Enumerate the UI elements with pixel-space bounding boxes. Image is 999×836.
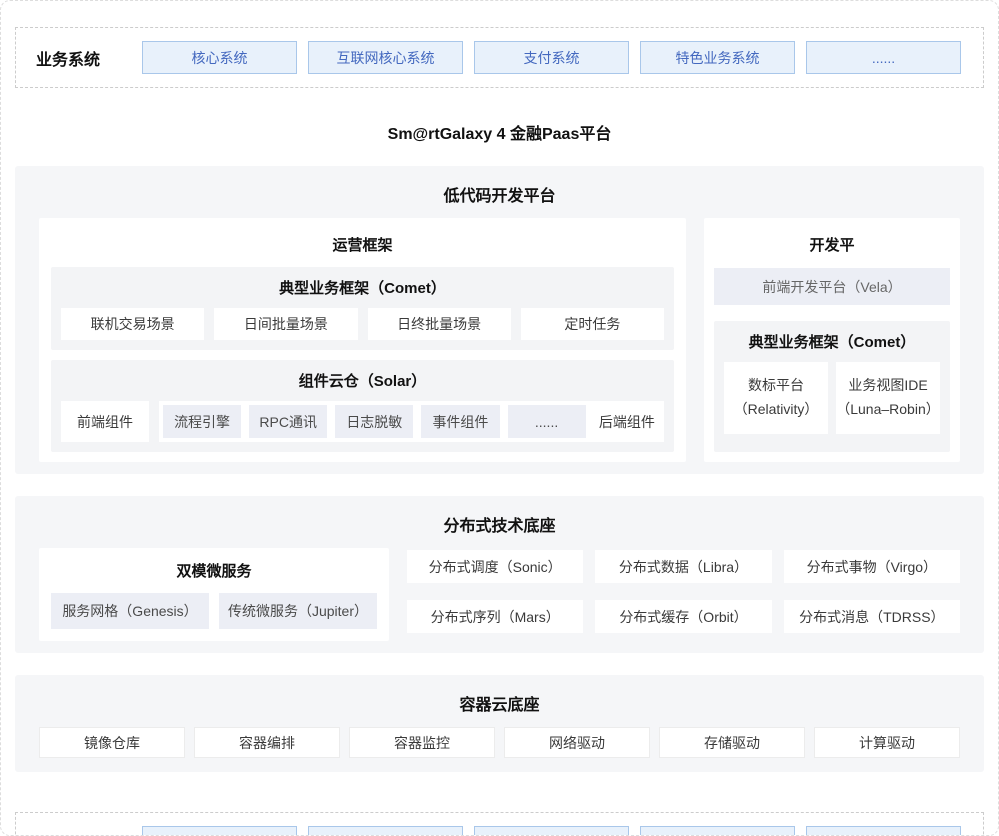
- jupiter-microservice-chip: 传统微服务（Jupiter）: [219, 593, 377, 629]
- solar-backend-components: 流程引擎 RPC通讯 日志脱敏 事件组件 ...... 后端组件: [159, 401, 664, 442]
- tdrss-message-tile: 分布式消息（TDRSS）: [784, 600, 960, 633]
- business-system-special: 特色业务系统: [640, 41, 795, 74]
- network-driver-tile: 网络驱动: [504, 727, 650, 758]
- business-system-more: ......: [806, 41, 961, 74]
- luna-robin-subtitle: （Luna–Robin）: [836, 398, 940, 422]
- relativity-title: 数标平台: [748, 374, 804, 398]
- comet-framework-title: 典型业务框架（Comet）: [61, 267, 664, 308]
- comet-framework-box: 典型业务框架（Comet） 联机交易场景 日间批量场景 日终批量场景 定时任务: [51, 267, 674, 350]
- business-system-core: 核心系统: [142, 41, 297, 74]
- infrastructure-band: 基础设施 物理机 虚拟机 私有云 公有云 国产化硬件: [15, 812, 984, 836]
- operation-framework-box: 运营框架 典型业务框架（Comet） 联机交易场景 日间批量场景 日终批量场景 …: [39, 218, 686, 462]
- sonic-scheduling-tile: 分布式调度（Sonic）: [407, 550, 583, 583]
- distributed-base-body: 双模微服务 服务网格（Genesis） 传统微服务（Jupiter） 分布式调度…: [39, 548, 960, 641]
- dev-platform-box: 开发平 前端开发平台（Vela） 典型业务框架（Comet） 数标平台 （Rel…: [704, 218, 960, 462]
- container-monitoring-tile: 容器监控: [349, 727, 495, 758]
- infra-virtual-machine: 虚拟机: [308, 826, 463, 836]
- vela-frontend-dev-platform: 前端开发平台（Vela）: [714, 268, 950, 305]
- business-systems-band: 业务系统 核心系统 互联网核心系统 支付系统 特色业务系统 ......: [15, 27, 984, 88]
- dev-platform-title: 开发平: [714, 222, 950, 267]
- solar-component-title: 组件云仓（Solar）: [61, 360, 664, 401]
- business-system-payment: 支付系统: [474, 41, 629, 74]
- dev-comet-items: 数标平台 （Relativity） 业务视图IDE （Luna–Robin）: [724, 362, 940, 434]
- comet-item-scheduled-task: 定时任务: [521, 308, 664, 340]
- low-code-platform-body: 运营框架 典型业务框架（Comet） 联机交易场景 日间批量场景 日终批量场景 …: [39, 218, 960, 462]
- distributed-base-section: 分布式技术底座 双模微服务 服务网格（Genesis） 传统微服务（Jupite…: [15, 496, 984, 653]
- infra-public-cloud: 公有云: [640, 826, 795, 836]
- solar-chip-event-components: 事件组件: [421, 405, 499, 438]
- genesis-service-mesh-chip: 服务网格（Genesis）: [51, 593, 209, 629]
- business-systems-buttons: 核心系统 互联网核心系统 支付系统 特色业务系统 ......: [142, 41, 961, 74]
- infrastructure-label: 基础设施: [36, 831, 118, 836]
- virgo-transaction-tile: 分布式事物（Virgo）: [784, 550, 960, 583]
- storage-driver-tile: 存储驱动: [659, 727, 805, 758]
- dual-mode-microservice-title: 双模微服务: [51, 548, 377, 593]
- solar-component-box: 组件云仓（Solar） 前端组件 流程引擎 RPC通讯 日志脱敏 事件组件 ..…: [51, 360, 674, 452]
- container-base-items: 镜像仓库 容器编排 容器监控 网络驱动 存储驱动 计算驱动: [39, 727, 960, 760]
- low-code-platform-section: 低代码开发平台 运营框架 典型业务框架（Comet） 联机交易场景 日间批量场景…: [15, 166, 984, 474]
- business-system-internet-core: 互联网核心系统: [308, 41, 463, 74]
- luna-robin-title: 业务视图IDE: [848, 374, 927, 398]
- low-code-platform-title: 低代码开发平台: [39, 174, 960, 218]
- infra-domestic-hardware: 国产化硬件: [806, 826, 961, 836]
- architecture-diagram: 业务系统 核心系统 互联网核心系统 支付系统 特色业务系统 ...... Sm@…: [0, 0, 999, 836]
- solar-chip-more: ......: [508, 405, 586, 438]
- platform-title: Sm@rtGalaxy 4 金融Paas平台: [1, 120, 998, 144]
- solar-chip-process-engine: 流程引擎: [163, 405, 241, 438]
- container-base-section: 容器云底座 镜像仓库 容器编排 容器监控 网络驱动 存储驱动 计算驱动: [15, 675, 984, 772]
- libra-data-tile: 分布式数据（Libra）: [595, 550, 771, 583]
- solar-component-items: 前端组件 流程引擎 RPC通讯 日志脱敏 事件组件 ...... 后端组件: [61, 401, 664, 442]
- dual-mode-microservice-box: 双模微服务 服务网格（Genesis） 传统微服务（Jupiter）: [39, 548, 389, 641]
- mars-sequence-tile: 分布式序列（Mars）: [407, 600, 583, 633]
- container-base-title: 容器云底座: [39, 683, 960, 727]
- infra-private-cloud: 私有云: [474, 826, 629, 836]
- container-orchestration-tile: 容器编排: [194, 727, 340, 758]
- orbit-cache-tile: 分布式缓存（Orbit）: [595, 600, 771, 633]
- solar-chip-rpc: RPC通讯: [249, 405, 327, 438]
- distributed-services-grid: 分布式调度（Sonic） 分布式数据（Libra） 分布式事物（Virgo） 分…: [407, 548, 960, 641]
- dev-comet-framework-title: 典型业务框架（Comet）: [724, 321, 940, 362]
- comet-item-daytime-batch: 日间批量场景: [214, 308, 357, 340]
- solar-chip-log-masking: 日志脱敏: [335, 405, 413, 438]
- solar-frontend-components: 前端组件: [61, 401, 149, 442]
- dual-mode-microservice-items: 服务网格（Genesis） 传统微服务（Jupiter）: [51, 593, 377, 629]
- luna-robin-ide-tile: 业务视图IDE （Luna–Robin）: [836, 362, 940, 434]
- compute-driver-tile: 计算驱动: [814, 727, 960, 758]
- infra-physical-machine: 物理机: [142, 826, 297, 836]
- relativity-subtitle: （Relativity）: [734, 398, 819, 422]
- comet-framework-items: 联机交易场景 日间批量场景 日终批量场景 定时任务: [61, 308, 664, 340]
- relativity-data-platform-tile: 数标平台 （Relativity）: [724, 362, 828, 434]
- comet-item-endofday-batch: 日终批量场景: [368, 308, 511, 340]
- dev-comet-framework-box: 典型业务框架（Comet） 数标平台 （Relativity） 业务视图IDE …: [714, 321, 950, 452]
- image-registry-tile: 镜像仓库: [39, 727, 185, 758]
- infrastructure-buttons: 物理机 虚拟机 私有云 公有云 国产化硬件: [142, 826, 961, 836]
- solar-backend-label: 后端组件: [594, 412, 660, 432]
- comet-item-online-trade: 联机交易场景: [61, 308, 204, 340]
- operation-framework-title: 运营框架: [51, 222, 674, 267]
- distributed-base-title: 分布式技术底座: [39, 504, 960, 548]
- business-systems-label: 业务系统: [36, 46, 118, 70]
